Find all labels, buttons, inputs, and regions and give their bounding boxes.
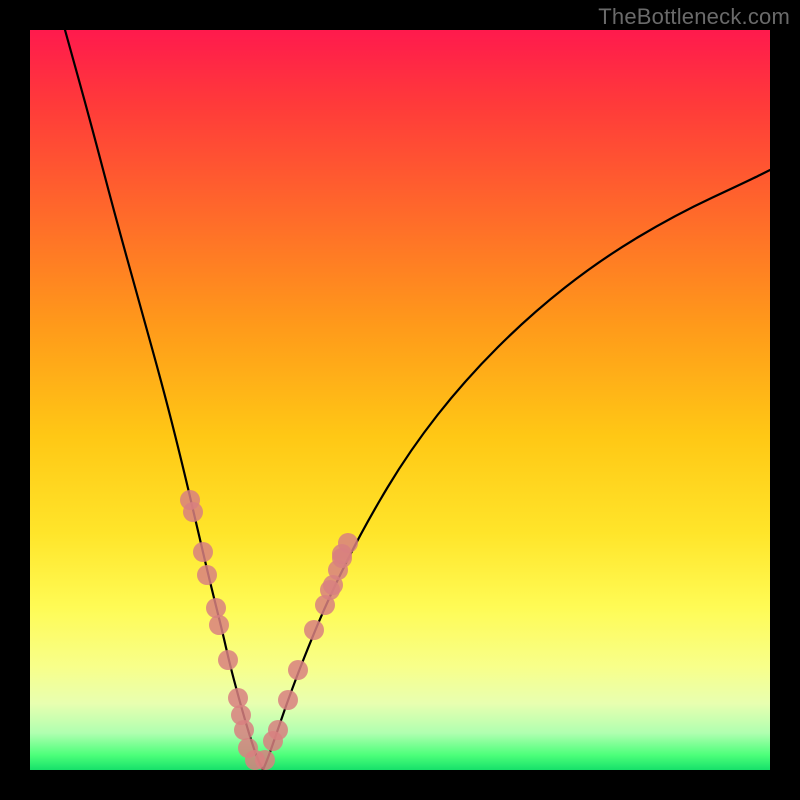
scatter-dot [234,720,254,740]
scatter-dot [218,650,238,670]
right-branch-curve [263,170,770,770]
scatter-dot [206,598,226,618]
scatter-dot [304,620,324,640]
scatter-dot [268,720,288,740]
scatter-dots [180,490,358,770]
scatter-dot [255,750,275,770]
watermark-text: TheBottleneck.com [598,4,790,30]
scatter-dot [332,544,352,564]
scatter-dot [228,688,248,708]
scatter-dot [193,542,213,562]
scatter-dot [209,615,229,635]
scatter-dot [183,502,203,522]
chart-frame: TheBottleneck.com [0,0,800,800]
plot-area [30,30,770,770]
scatter-dot [197,565,217,585]
scatter-dot [278,690,298,710]
chart-svg [30,30,770,770]
scatter-dot [288,660,308,680]
